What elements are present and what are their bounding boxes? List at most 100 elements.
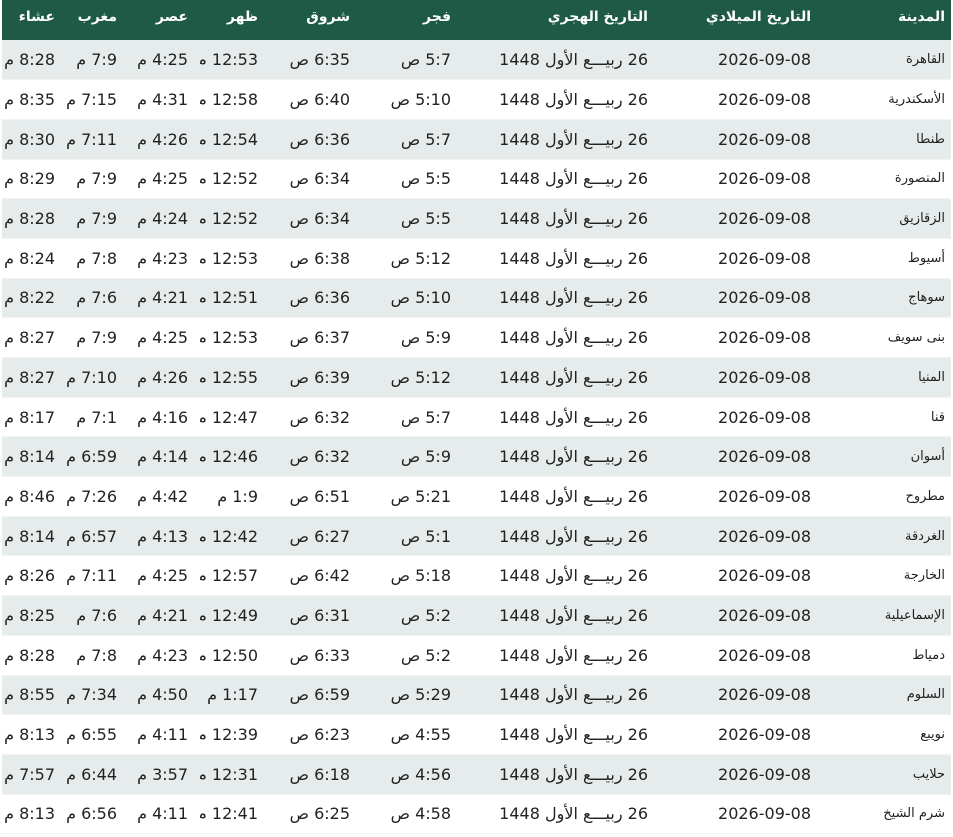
dhuhr-cell: 12:52 م [200, 169, 258, 189]
asr-cell: 4:31 م [137, 90, 188, 110]
gregorian-date-cell: 2026-09-08 [718, 129, 811, 149]
gregorian-date-cell: 2026-09-08 [718, 804, 811, 824]
isha-cell: 8:55 م [4, 685, 55, 705]
city-cell: القاهرة [906, 52, 945, 68]
isha-cell: 8:28 م [4, 645, 55, 665]
table-row: سوهاج 2026-09-08 26 ربيـــع الأول 1448 5:10… [2, 278, 951, 318]
gregorian-date-cell: 2026-09-08 [718, 407, 811, 427]
asr-cell: 4:26 م [137, 367, 188, 387]
table-row: المنصورة 2026-09-08 26 ربيـــع الأول 1448 5… [2, 159, 951, 199]
maghrib-cell: 7:9 م [76, 50, 117, 70]
maghrib-cell: 6:55 م [67, 725, 117, 745]
asr-cell: 4:50 م [137, 685, 188, 705]
table-row: الإسماعيلية 2026-09-08 26 ربيـــع الأول 14… [2, 595, 951, 636]
asr-cell: 4:26 م [137, 129, 188, 149]
dhuhr-cell: 12:31 م [200, 764, 258, 784]
dhuhr-cell: 12:55 م [200, 367, 258, 387]
maghrib-cell: 6:59 م [67, 447, 117, 467]
fajr-cell: 5:7 ص [400, 407, 451, 427]
fajr-cell: 5:21 ص [390, 486, 451, 506]
gregorian-date-cell: 2026-09-08 [718, 169, 811, 189]
city-cell: أسيوط [907, 250, 945, 266]
isha-cell: 8:35 م [4, 90, 55, 110]
isha-cell: 8:30 م [4, 129, 55, 149]
hijri-date-cell: 26 ربيـــع الأول 1448 [499, 328, 648, 348]
dhuhr-cell: 12:49 م [200, 605, 258, 625]
asr-cell: 4:23 م [137, 248, 188, 268]
table-row: شرم الشيخ 2026-09-08 26 ربيـــع الأول 1448… [2, 794, 951, 834]
shurooq-cell: 6:42 ص [289, 566, 350, 586]
isha-cell: 8:26 م [4, 566, 55, 586]
isha-cell: 8:28 م [4, 209, 55, 229]
maghrib-cell: 7:34 م [67, 685, 117, 705]
hijri-date-cell: 26 ربيـــع الأول 1448 [499, 90, 648, 110]
isha-cell: 7:57 م [4, 764, 55, 784]
fajr-cell: 5:10 ص [390, 288, 451, 308]
shurooq-cell: 6:36 ص [289, 288, 350, 308]
hijri-date-cell: 26 ربيـــع الأول 1448 [499, 645, 648, 665]
gregorian-date-cell: 2026-09-08 [718, 447, 811, 467]
shurooq-cell: 6:25 ص [289, 804, 350, 824]
hijri-date-cell: 26 ربيـــع الأول 1448 [499, 407, 648, 427]
hijri-date-cell: 26 ربيـــع الأول 1448 [499, 129, 648, 149]
shurooq-cell: 6:27 ص [289, 526, 350, 546]
maghrib-cell: 6:57 م [67, 526, 117, 546]
isha-cell: 8:25 م [4, 605, 55, 625]
maghrib-cell: 7:6 م [76, 288, 117, 308]
fajr-cell: 5:7 ص [400, 129, 451, 149]
isha-cell: 8:13 م [4, 725, 55, 745]
gregorian-date-cell: 2026-09-08 [718, 526, 811, 546]
isha-cell: 8:22 م [4, 288, 55, 308]
maghrib-cell: 7:10 م [67, 367, 117, 387]
asr-cell: 4:21 م [137, 288, 188, 308]
asr-cell: 4:25 م [137, 328, 188, 348]
asr-cell: 3:57 م [137, 764, 188, 784]
maghrib-cell: 7:6 م [76, 605, 117, 625]
dhuhr-cell: 12:52 م [200, 209, 258, 229]
isha-cell: 8:14 م [4, 526, 55, 546]
hijri-date-cell: 26 ربيـــع الأول 1448 [499, 288, 648, 308]
gregorian-date-cell: 2026-09-08 [718, 685, 811, 705]
dhuhr-cell: 12:54 م [200, 129, 258, 149]
table-row: المنيا 2026-09-08 26 ربيـــع الأول 1448 5:1… [2, 357, 951, 398]
maghrib-cell: 7:11 م [67, 129, 117, 149]
fajr-cell: 5:10 ص [390, 90, 451, 110]
maghrib-cell: 7:9 م [76, 169, 117, 189]
shurooq-cell: 6:18 ص [289, 764, 350, 784]
hijri-date-cell: 26 ربيـــع الأول 1448 [499, 367, 648, 387]
header-asr: عصر [155, 9, 188, 25]
city-cell: نويبع [920, 727, 945, 743]
shurooq-cell: 6:32 ص [289, 447, 350, 467]
gregorian-date-cell: 2026-09-08 [718, 248, 811, 268]
dhuhr-cell: 12:51 م [200, 288, 258, 308]
fajr-cell: 5:2 ص [400, 645, 451, 665]
city-cell: الزقازيق [899, 211, 945, 227]
asr-cell: 4:14 م [137, 447, 188, 467]
asr-cell: 4:24 م [137, 209, 188, 229]
gregorian-date-cell: 2026-09-08 [718, 328, 811, 348]
hijri-date-cell: 26 ربيـــع الأول 1448 [499, 725, 648, 745]
city-cell: أسوان [910, 449, 945, 465]
dhuhr-cell: 12:57 م [200, 566, 258, 586]
dhuhr-cell: 12:47 م [200, 407, 258, 427]
isha-cell: 8:14 م [4, 447, 55, 467]
fajr-cell: 5:18 ص [390, 566, 451, 586]
table-row: أسيوط 2026-09-08 26 ربيـــع الأول 1448 5:12… [2, 238, 951, 279]
maghrib-cell: 6:56 م [67, 804, 117, 824]
gregorian-date-cell: 2026-09-08 [718, 288, 811, 308]
maghrib-cell: 7:8 م [76, 645, 117, 665]
city-cell: الغردقة [905, 528, 945, 544]
hijri-date-cell: 26 ربيـــع الأول 1448 [499, 804, 648, 824]
isha-cell: 8:29 م [4, 169, 55, 189]
shurooq-cell: 6:51 ص [289, 486, 350, 506]
gregorian-date-cell: 2026-09-08 [718, 605, 811, 625]
dhuhr-cell: 12:53 م [200, 248, 258, 268]
isha-cell: 8:27 م [4, 367, 55, 387]
dhuhr-cell: 12:53 م [200, 328, 258, 348]
maghrib-cell: 7:8 م [76, 248, 117, 268]
asr-cell: 4:42 م [137, 486, 188, 506]
table-row: الزقازيق 2026-09-08 26 ربيـــع الأول 1448 5… [2, 198, 951, 239]
city-cell: الإسماعيلية [884, 607, 945, 623]
shurooq-cell: 6:31 ص [289, 605, 350, 625]
hijri-date-cell: 26 ربيـــع الأول 1448 [499, 447, 648, 467]
